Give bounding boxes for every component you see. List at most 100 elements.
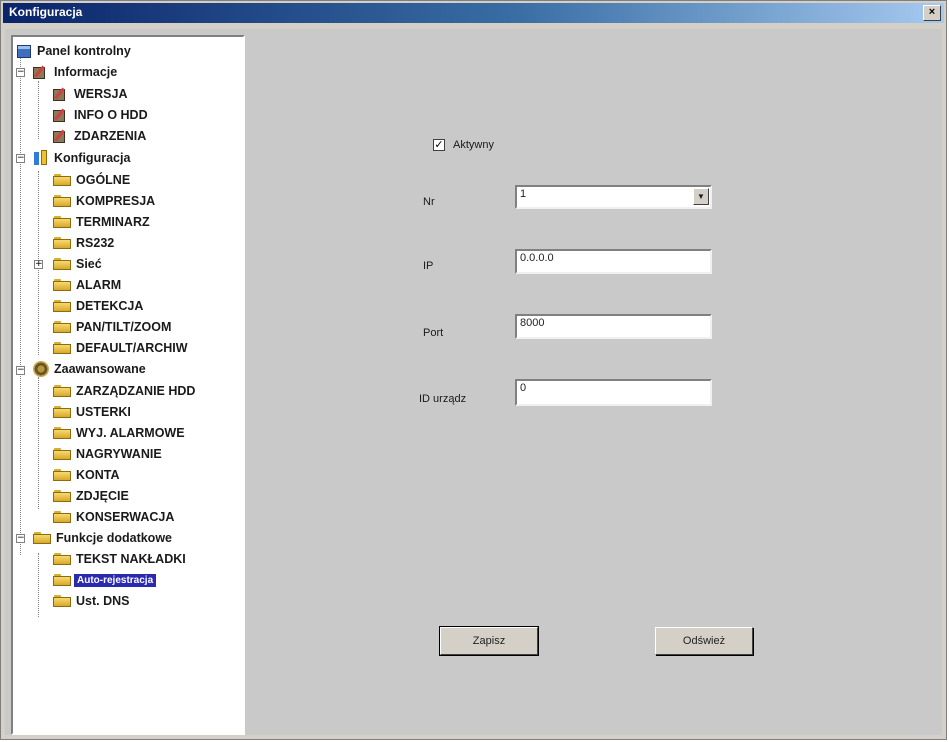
- tree-item-tekst-nakladki[interactable]: TEKST NAKŁADKI: [53, 550, 188, 568]
- tree-item-konserwacja[interactable]: KONSERWACJA: [53, 508, 176, 526]
- tree-label: KONSERWACJA: [76, 510, 175, 524]
- tree-label: USTERKI: [76, 405, 131, 419]
- tree-item-nagrywanie[interactable]: NAGRYWANIE: [53, 445, 164, 463]
- nr-label: Nr: [423, 196, 435, 208]
- tree-root[interactable]: Panel kontrolny: [17, 42, 133, 60]
- folder-icon: [53, 300, 71, 312]
- tree-label: ZDARZENIA: [74, 129, 147, 143]
- chevron-down-icon[interactable]: ▼: [693, 188, 709, 205]
- tree-item-kompresja[interactable]: KOMPRESJA: [53, 192, 157, 210]
- tree-item-zarzadzanie-hdd[interactable]: ZARZĄDZANIE HDD: [53, 382, 197, 400]
- tree-item-zaawansowane[interactable]: Zaawansowane: [33, 360, 148, 378]
- folder-icon: [53, 216, 71, 228]
- collapse-icon[interactable]: −: [16, 68, 25, 77]
- tree-item-terminarz[interactable]: TERMINARZ: [53, 213, 152, 231]
- tree-item-ptz[interactable]: PAN/TILT/ZOOM: [53, 318, 173, 336]
- tree-label: Funkcje dodatkowe: [56, 531, 172, 545]
- tree-label: ZDJĘCIE: [76, 489, 129, 503]
- tree-label: Panel kontrolny: [37, 44, 131, 58]
- tree-item-wersja[interactable]: WERSJA: [53, 85, 129, 103]
- tree-label: Konfiguracja: [54, 151, 131, 165]
- gear-icon: [33, 361, 49, 377]
- nr-select[interactable]: 1 ▼: [515, 185, 712, 209]
- tree-item-konta[interactable]: KONTA: [53, 466, 122, 484]
- notepad-icon: [53, 129, 69, 143]
- save-button[interactable]: Zapisz: [439, 626, 539, 656]
- navigation-tree: Panel kontrolny − Informacje WERSJA INFO…: [11, 35, 245, 735]
- active-label: Aktywny: [453, 139, 494, 151]
- folder-icon: [53, 574, 71, 586]
- tree-item-detekcja[interactable]: DETEKCJA: [53, 297, 145, 315]
- collapse-icon[interactable]: −: [16, 534, 25, 543]
- folder-icon: [53, 490, 71, 502]
- folder-icon: [53, 258, 71, 270]
- tree-label: TERMINARZ: [76, 215, 150, 229]
- folder-icon: [53, 406, 71, 418]
- folder-icon: [53, 595, 71, 607]
- tree-item-ogolne[interactable]: OGÓLNE: [53, 171, 132, 189]
- tree-item-info-hdd[interactable]: INFO O HDD: [53, 106, 150, 124]
- folder-icon: [53, 511, 71, 523]
- tree-item-default-archiw[interactable]: DEFAULT/ARCHIW: [53, 339, 190, 357]
- title-bar[interactable]: Konfiguracja ×: [3, 3, 944, 23]
- tree-label: PAN/TILT/ZOOM: [76, 320, 172, 334]
- collapse-icon[interactable]: −: [16, 366, 25, 375]
- tree-line: [20, 57, 21, 555]
- folder-icon: [53, 174, 71, 186]
- folder-icon: [53, 279, 71, 291]
- collapse-icon[interactable]: −: [16, 154, 25, 163]
- ip-field[interactable]: 0.0.0.0: [515, 249, 712, 274]
- tree-item-informacje[interactable]: Informacje: [33, 63, 119, 81]
- tree-label: INFO O HDD: [74, 108, 148, 122]
- nr-value: 1: [520, 188, 527, 200]
- tree-item-auto-rejestracja[interactable]: Auto-rejestracja: [53, 571, 157, 589]
- notepad-icon: [33, 65, 49, 79]
- tree-item-siec[interactable]: Sieć: [53, 255, 104, 273]
- tree-label: ZARZĄDZANIE HDD: [76, 384, 196, 398]
- settings-icon: [33, 150, 49, 166]
- refresh-button[interactable]: Odśwież: [655, 627, 753, 655]
- tree-item-alarm[interactable]: ALARM: [53, 276, 123, 294]
- tree-item-ust-dns[interactable]: Ust. DNS: [53, 592, 131, 610]
- window-title: Konfiguracja: [9, 5, 83, 19]
- tree-label: WERSJA: [74, 87, 128, 101]
- tree-line: [38, 553, 39, 617]
- expand-icon[interactable]: +: [34, 260, 43, 269]
- folder-icon: [53, 321, 71, 333]
- folder-icon: [53, 469, 71, 481]
- folder-icon: [33, 532, 51, 544]
- tree-line: [38, 377, 39, 509]
- ip-label: IP: [423, 260, 434, 272]
- tree-item-usterki[interactable]: USTERKI: [53, 403, 133, 421]
- tree-item-konfiguracja[interactable]: Konfiguracja: [33, 149, 132, 167]
- tree-item-rs232[interactable]: RS232: [53, 234, 116, 252]
- port-field[interactable]: 8000: [515, 314, 712, 339]
- active-checkbox[interactable]: ✓: [433, 139, 445, 151]
- tree-item-wyj-alarmowe[interactable]: WYJ. ALARMOWE: [53, 424, 187, 442]
- tree-label: WYJ. ALARMOWE: [76, 426, 185, 440]
- device-id-field[interactable]: 0: [515, 379, 712, 406]
- tree-label: Ust. DNS: [76, 594, 130, 608]
- tree-label: ALARM: [76, 278, 122, 292]
- tree-label: NAGRYWANIE: [76, 447, 162, 461]
- folder-icon: [53, 385, 71, 397]
- control-panel-icon: [17, 44, 31, 58]
- tree-label: TEKST NAKŁADKI: [76, 552, 186, 566]
- tree-label-selected: Auto-rejestracja: [74, 573, 157, 587]
- close-icon: ×: [928, 6, 936, 18]
- config-window: Konfiguracja × Panel kontrolny − Informa…: [0, 0, 947, 740]
- tree-item-zdarzenia[interactable]: ZDARZENIA: [53, 127, 148, 145]
- tree-label: Sieć: [76, 257, 102, 271]
- tree-label: DEFAULT/ARCHIW: [76, 341, 188, 355]
- tree-item-funkcje-dodatkowe[interactable]: Funkcje dodatkowe: [33, 529, 174, 547]
- notepad-icon: [53, 87, 69, 101]
- folder-icon: [53, 448, 71, 460]
- close-button[interactable]: ×: [923, 5, 941, 21]
- tree-line: [38, 81, 39, 139]
- folder-icon: [53, 553, 71, 565]
- folder-icon: [53, 427, 71, 439]
- tree-label: RS232: [76, 236, 115, 250]
- tree-item-zdjecie[interactable]: ZDJĘCIE: [53, 487, 131, 505]
- folder-icon: [53, 342, 71, 354]
- tree-label: Informacje: [54, 65, 118, 79]
